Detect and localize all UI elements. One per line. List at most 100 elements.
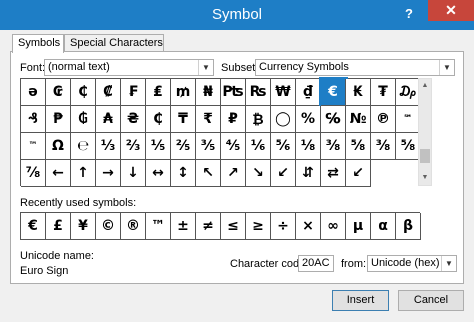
symbol-cell[interactable]: ℮ [71,133,96,160]
symbol-cell[interactable]: ⅙ [246,133,271,160]
symbol-cell[interactable]: ⅚ [271,133,296,160]
symbol-cell[interactable]: ◯ [271,106,296,133]
close-button[interactable]: ✕ [428,0,474,21]
symbol-cell[interactable]: ℗ [371,106,396,133]
from-label: from: [341,258,367,270]
title-bar: Symbol ? ✕ [0,0,474,30]
symbol-cell[interactable]: % [296,106,321,133]
symbol-cell[interactable]: ₤ [146,79,171,106]
symbol-cell[interactable]: ₽ [221,106,246,133]
symbol-cell[interactable]: ₦ [196,79,221,106]
symbol-cell[interactable]: ↗ [221,160,246,187]
unicode-name-label: Unicode name: [20,250,94,262]
recent-symbol-cell[interactable]: µ [346,213,371,240]
symbol-cell[interactable]: ₩ [271,79,296,106]
symbol-cell[interactable]: ← [46,160,71,187]
symbol-cell[interactable]: ™ [21,133,46,160]
symbol-cell[interactable]: ⅞ [21,160,46,187]
from-select[interactable]: Unicode (hex) ▼ [367,255,457,272]
insert-button[interactable]: Insert [332,290,389,311]
symbol-cell[interactable]: ₡ [96,79,121,106]
character-code-label: Character code: [230,258,309,270]
symbol-cell[interactable]: → [96,160,121,187]
subset-select[interactable]: Currency Symbols ▼ [255,59,455,76]
chevron-down-icon[interactable]: ▼ [439,60,454,75]
recent-symbol-cell[interactable]: ≤ [221,213,246,240]
recent-symbol-cell[interactable]: β [396,213,421,240]
symbol-cell[interactable]: ↖ [196,160,221,187]
symbol-cell[interactable]: ⅔ [121,133,146,160]
symbol-cell[interactable]: ₵ [146,106,171,133]
symbol-cell[interactable]: Ω [46,133,71,160]
symbol-cell[interactable]: ₵ [71,79,96,106]
symbol-cell[interactable]: ↘ [246,160,271,187]
recent-symbol-cell[interactable]: ≠ [196,213,221,240]
symbol-cell[interactable]: ⅜ [371,133,396,160]
symbol-cell[interactable]: ⅜ [321,133,346,160]
symbol-cell[interactable]: № [346,106,371,133]
symbol-cell[interactable]: ↔ [146,160,171,187]
tab-special-characters[interactable]: Special Characters [64,34,164,52]
symbol-cell[interactable]: ℅ [321,106,346,133]
symbol-cell[interactable]: ₹ [196,106,221,133]
symbol-grid-area: ə ₢ ₵ ₡ ₣ ₤ ₥ ₦ ₧ ₨ ₩ ₫ € ₭ ₮ ₯ ₰ ₱ ₲ ₳ ₴ ₵ ₸ ₹ ₽ ₿ ◯% ℅ № ℗ ℠ ™ Ω ℮ ⅓ ⅔ ⅕ ⅖ ⅗… [20,77,432,187]
symbol-cell[interactable]: ₮ [371,79,396,106]
recent-symbol-cell[interactable]: ® [121,213,146,240]
recent-symbol-cell[interactable]: ™ [146,213,171,240]
symbol-cell[interactable]: ↑ [71,160,96,187]
scroll-down-icon[interactable]: ▼ [419,171,431,185]
symbol-cell[interactable]: ₰ [21,106,46,133]
symbol-grid-scrollbar[interactable]: ▲ ▼ [418,78,432,186]
symbol-cell[interactable]: ⅓ [96,133,121,160]
symbol-cell[interactable]: ⅘ [221,133,246,160]
unicode-name-value: Euro Sign [20,265,69,277]
symbol-cell[interactable]: ₨ [246,79,271,106]
symbol-cell[interactable]: ↕ [171,160,196,187]
recent-symbol-cell[interactable]: ∞ [321,213,346,240]
symbol-cell[interactable]: ₲ [71,106,96,133]
symbol-cell[interactable]: ⇄ [321,160,346,187]
recent-symbol-cell[interactable]: ¥ [71,213,96,240]
symbol-cell[interactable]: ↙ [346,160,371,187]
symbol-cell[interactable]: ⅕ [146,133,171,160]
symbol-cell[interactable]: ₫ [296,79,321,106]
symbol-cell[interactable]: ⇵ [296,160,321,187]
symbol-cell[interactable]: ↓ [121,160,146,187]
symbol-cell[interactable]: ⅛ [296,133,321,160]
chevron-down-icon[interactable]: ▼ [441,256,456,271]
symbol-cell[interactable]: ₥ [171,79,196,106]
recent-symbol-cell[interactable]: ÷ [271,213,296,240]
recent-symbol-cell[interactable]: ± [171,213,196,240]
symbol-cell[interactable]: ₣ [121,79,146,106]
symbol-cell[interactable]: ə [21,79,46,106]
symbol-cell[interactable]: ₧ [221,79,246,106]
recent-symbol-cell[interactable]: ≥ [246,213,271,240]
recent-symbol-cell[interactable]: × [296,213,321,240]
symbol-cell[interactable]: ⅖ [171,133,196,160]
recent-symbol-cell[interactable]: α [371,213,396,240]
recent-symbol-cell[interactable]: € [21,213,46,240]
symbol-cell[interactable]: ₿ [246,106,271,133]
symbol-cell[interactable]: ₸ [171,106,196,133]
font-select[interactable]: (normal text) ▼ [44,59,214,76]
symbol-cell[interactable]: ⅝ [346,133,371,160]
chevron-down-icon[interactable]: ▼ [198,60,213,75]
scroll-thumb[interactable] [420,149,430,163]
symbol-cell[interactable]: ₭ [346,79,371,106]
recent-symbol-cell[interactable]: © [96,213,121,240]
symbol-cell[interactable]: € [319,77,348,108]
character-code-input[interactable]: 20AC [298,255,334,272]
symbol-cell[interactable]: ₳ [96,106,121,133]
help-button[interactable]: ? [398,4,420,24]
tab-symbols[interactable]: Symbols [12,34,64,53]
subset-value: Currency Symbols [259,61,349,73]
recent-symbols-grid: € £ ¥ © ® ™ ± ≠ ≤ ≥ ÷ × ∞ µ α β [20,212,421,240]
symbol-cell[interactable]: ⅗ [196,133,221,160]
scroll-up-icon[interactable]: ▲ [419,79,431,93]
symbol-cell[interactable]: ₢ [46,79,71,106]
symbol-cell[interactable]: ₱ [46,106,71,133]
symbol-cell[interactable]: ↙ [271,160,296,187]
cancel-button[interactable]: Cancel [398,290,464,311]
recent-symbol-cell[interactable]: £ [46,213,71,240]
symbol-cell[interactable]: ₴ [121,106,146,133]
